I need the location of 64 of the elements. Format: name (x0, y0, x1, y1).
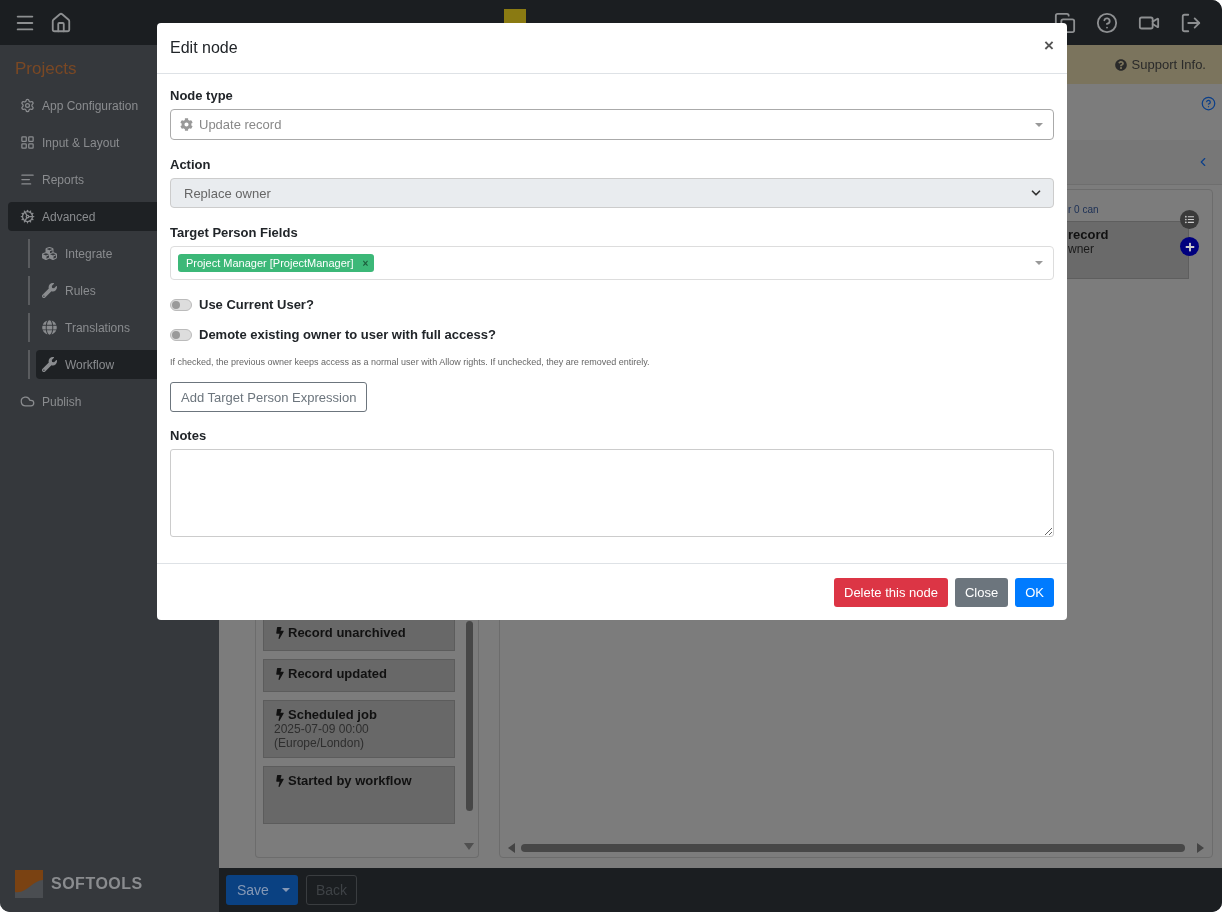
dialog-title: Edit node (170, 39, 238, 57)
gears-icon (20, 209, 35, 224)
gear-icon (180, 118, 193, 131)
notes-field[interactable] (170, 449, 1054, 537)
bolt-icon (274, 667, 286, 680)
dialog-button[interactable]: OK (1015, 577, 1054, 607)
brand-name: SOFTOOLS (51, 875, 143, 893)
trigger-detail: 2025-07-09 00:00 (274, 722, 370, 736)
add-expression-button[interactable]: Add Target Person Expression (170, 382, 368, 412)
trigger-card[interactable]: Record updated (263, 659, 455, 692)
help-icon[interactable] (1201, 96, 1216, 111)
dialog-button[interactable]: Delete this node (834, 577, 948, 607)
help-icon (1114, 58, 1127, 71)
person-fields-select[interactable]: Project Manager [ProjectManager] × (170, 246, 1054, 280)
list-icon[interactable] (1180, 210, 1199, 229)
trigger-title: Started by workflow (274, 773, 444, 788)
node-type-select[interactable]: Update record (170, 109, 1054, 140)
logout-icon[interactable] (1180, 11, 1202, 34)
dialog-button[interactable]: Close (954, 577, 1009, 607)
trigger-card[interactable]: Started by workflow (263, 766, 455, 824)
bolt-icon (274, 774, 286, 787)
toggle-label: Use Current User? (199, 297, 314, 312)
field-label: Notes (170, 428, 208, 443)
globe-icon (42, 320, 57, 335)
wrench-icon (42, 357, 57, 372)
wrench-icon (42, 283, 57, 298)
remove-tag-button[interactable]: × (362, 257, 369, 269)
node-title: record (1068, 227, 1110, 242)
save-button[interactable]: Save (226, 875, 298, 905)
home-icon[interactable] (50, 11, 72, 34)
node-subtitle: wner (1068, 242, 1095, 256)
brand-logo-icon (15, 870, 43, 898)
cubes-icon (42, 246, 57, 261)
bolt-icon (274, 708, 286, 721)
trigger-title: Record updated (274, 666, 444, 681)
caret-icon (1035, 122, 1043, 127)
grid-icon (20, 135, 35, 150)
help-icon[interactable] (1096, 11, 1118, 34)
toggle-label: Demote existing owner to user with full access? (199, 327, 496, 342)
project-title: Projects (14, 59, 78, 80)
caret-icon (282, 888, 290, 892)
toggle-switch[interactable] (170, 298, 192, 311)
scroll-left-icon[interactable] (508, 843, 515, 853)
trigger-detail: (Europe/London) (274, 736, 366, 750)
gear-icon (20, 98, 35, 113)
trigger-title: Scheduled job (274, 707, 444, 722)
caret-icon (1035, 261, 1043, 265)
lines-icon (20, 172, 35, 187)
trigger-card[interactable]: Scheduled job 2025-07-09 00:00 (Europe/London) (263, 700, 455, 758)
support-link[interactable]: Support Info. (1114, 57, 1206, 72)
close-button[interactable]: × (1044, 36, 1054, 60)
bolt-icon (274, 626, 286, 639)
field-tag: Project Manager [ProjectManager] × (178, 254, 375, 272)
trigger-title: Record unarchived (274, 625, 444, 640)
field-label: Action (170, 157, 212, 172)
cloud-icon (20, 394, 35, 409)
scrollbar-thumb[interactable] (521, 844, 1185, 852)
field-label: Node type (170, 88, 234, 103)
trigger-card[interactable]: Record unarchived (263, 618, 455, 651)
node-caption: r 0 can (1068, 204, 1099, 215)
scroll-right-icon[interactable] (1197, 843, 1204, 853)
scrollbar-thumb[interactable] (466, 621, 473, 811)
scroll-down-icon[interactable] (464, 843, 474, 850)
toggle-switch[interactable] (170, 328, 192, 341)
